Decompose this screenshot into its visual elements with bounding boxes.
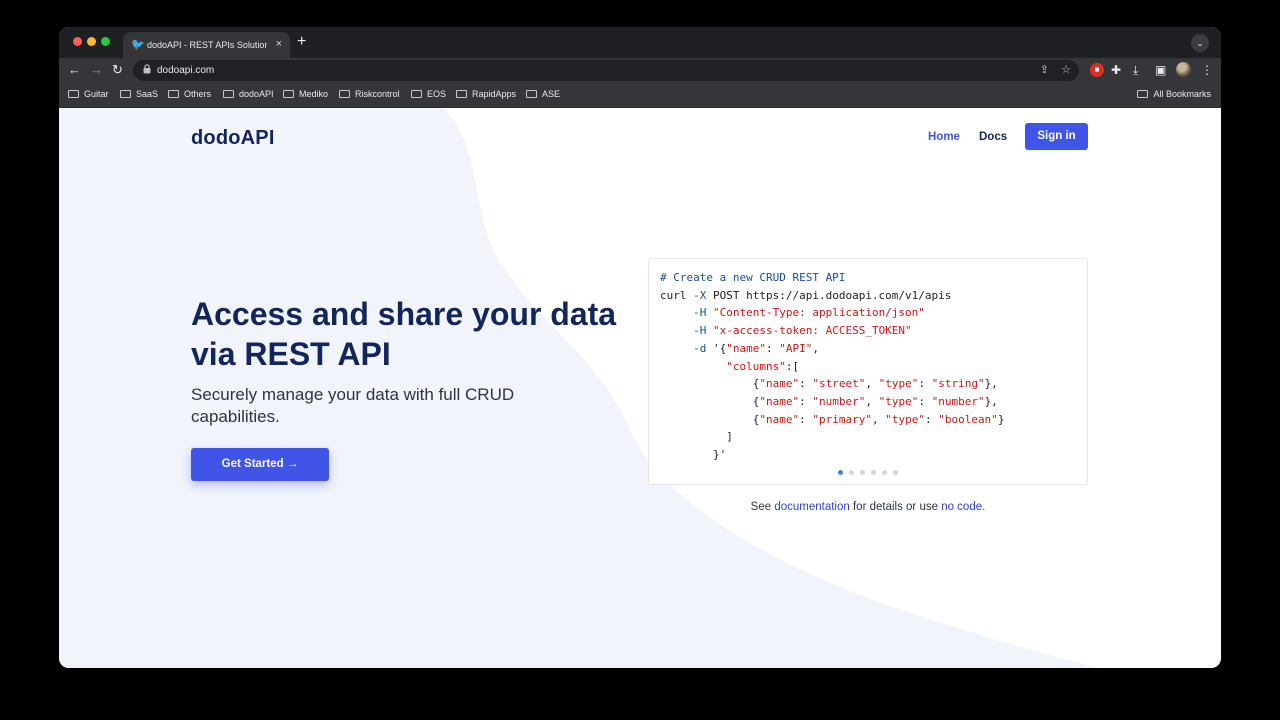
close-window-button[interactable] bbox=[73, 37, 82, 46]
all-bookmarks[interactable]: All Bookmarks bbox=[1137, 88, 1211, 101]
new-tab-button[interactable]: + bbox=[297, 33, 306, 51]
download-icon[interactable]: ⤓ bbox=[1133, 62, 1138, 78]
get-started-button[interactable]: Get Started → bbox=[191, 448, 329, 481]
tab-close-icon[interactable]: × bbox=[276, 37, 282, 51]
lock-icon bbox=[143, 64, 151, 78]
share-icon[interactable]: ⇪ bbox=[1040, 63, 1049, 78]
reload-icon[interactable]: ↻ bbox=[112, 62, 123, 78]
kebab-menu-icon[interactable]: ⋮ bbox=[1201, 62, 1213, 78]
folder-icon bbox=[68, 90, 79, 98]
bookmark-riskcontrol[interactable]: Riskcontrol bbox=[339, 88, 400, 101]
carousel-dot[interactable] bbox=[860, 470, 865, 475]
bookmark-guitar[interactable]: Guitar bbox=[68, 88, 109, 101]
folder-icon bbox=[120, 90, 131, 98]
webpage: dodoAPI Home Docs Sign in Access and sha… bbox=[59, 108, 1221, 668]
extensions-puzzle-icon[interactable]: ✚ bbox=[1111, 62, 1121, 78]
maximize-window-button[interactable] bbox=[101, 37, 110, 46]
bookmark-dodoapi[interactable]: dodoAPI bbox=[223, 88, 274, 101]
tab-dodoapi[interactable]: 🐦 dodoAPI - REST APIs Solution × bbox=[123, 32, 290, 58]
bookmark-ase[interactable]: ASE bbox=[526, 88, 560, 101]
back-arrow-icon[interactable]: ← bbox=[68, 62, 81, 78]
folder-icon bbox=[168, 90, 179, 98]
extension-red-icon[interactable]: ■ bbox=[1090, 63, 1104, 77]
bookmark-eos[interactable]: EOS bbox=[411, 88, 446, 101]
bookmark-mediko[interactable]: Mediko bbox=[283, 88, 328, 101]
side-panel-icon[interactable]: ▣ bbox=[1155, 62, 1166, 78]
documentation-note: See documentation for details or use no … bbox=[750, 501, 986, 513]
no-code-link[interactable]: no code bbox=[941, 501, 982, 513]
folder-icon bbox=[1137, 90, 1149, 98]
carousel-dot[interactable] bbox=[882, 470, 887, 475]
folder-icon bbox=[339, 90, 350, 98]
bookmark-others[interactable]: Others bbox=[168, 88, 211, 101]
folder-icon bbox=[283, 90, 294, 98]
folder-icon bbox=[456, 90, 467, 98]
browser-window: 🐦 dodoAPI - REST APIs Solution × + ⌄ ← →… bbox=[59, 27, 1221, 668]
bookmark-rapidapps[interactable]: RapidApps bbox=[456, 88, 516, 101]
tab-search-button[interactable]: ⌄ bbox=[1191, 34, 1209, 52]
url-text[interactable]: dodoapi.com bbox=[157, 64, 214, 77]
bookmarks-bar: Guitar SaaS Others dodoAPI Mediko Riskco… bbox=[59, 83, 1221, 108]
minimize-window-button[interactable] bbox=[87, 37, 96, 46]
sign-in-button[interactable]: Sign in bbox=[1025, 123, 1088, 150]
code-snippet: # Create a new CRUD REST API curl -X POS… bbox=[660, 271, 1005, 462]
carousel-dots bbox=[838, 470, 904, 476]
tab-strip: 🐦 dodoAPI - REST APIs Solution × + ⌄ bbox=[59, 27, 1221, 58]
folder-icon bbox=[526, 90, 537, 98]
code-example-card: # Create a new CRUD REST API curl -X POS… bbox=[648, 258, 1088, 485]
nav-home-link[interactable]: Home bbox=[928, 129, 960, 145]
carousel-dot[interactable] bbox=[893, 470, 898, 475]
folder-icon bbox=[411, 90, 422, 98]
carousel-dot[interactable] bbox=[838, 470, 843, 475]
tab-title: dodoAPI - REST APIs Solution bbox=[147, 40, 267, 50]
address-bar[interactable]: dodoapi.com ⇪ ☆ bbox=[133, 60, 1079, 81]
documentation-link[interactable]: documentation bbox=[774, 501, 849, 513]
carousel-dot[interactable] bbox=[871, 470, 876, 475]
carousel-dot[interactable] bbox=[849, 470, 854, 475]
dodo-favicon-icon: 🐦 bbox=[131, 39, 145, 51]
hero-subtitle: Securely manage your data with full CRUD… bbox=[191, 385, 515, 426]
forward-arrow-icon[interactable]: → bbox=[90, 62, 103, 78]
nav-docs-link[interactable]: Docs bbox=[979, 129, 1007, 145]
hero-title: Access and share your data via REST API bbox=[191, 296, 617, 372]
bookmark-star-icon[interactable]: ☆ bbox=[1061, 63, 1071, 78]
profile-avatar[interactable] bbox=[1176, 62, 1191, 77]
brand-logo[interactable]: dodoAPI bbox=[191, 126, 275, 150]
browser-toolbar: ← → ↻ dodoapi.com ⇪ ☆ ■ ✚ ⤓ ▣ ⋮ bbox=[59, 58, 1221, 83]
bookmark-saas[interactable]: SaaS bbox=[120, 88, 158, 101]
folder-icon bbox=[223, 90, 234, 98]
